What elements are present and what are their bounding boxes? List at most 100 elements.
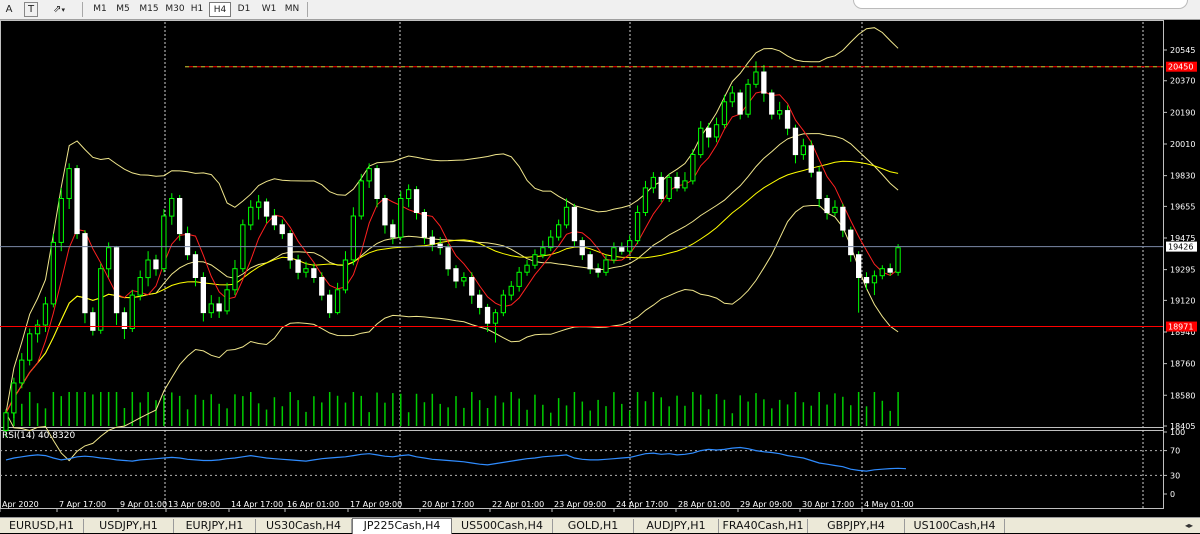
bull-candle bbox=[358, 180, 364, 217]
bull-candle bbox=[698, 127, 704, 156]
bull-candle bbox=[895, 247, 901, 273]
bear-candle bbox=[327, 294, 333, 314]
bear-candle bbox=[658, 176, 664, 199]
date-tick-label: 24 Apr 17:00 bbox=[616, 500, 668, 509]
price-tick-label: 20190 bbox=[1170, 108, 1195, 117]
bear-candle bbox=[784, 110, 791, 129]
bull-candle bbox=[169, 198, 175, 217]
bull-candle bbox=[137, 277, 143, 296]
bear-candle bbox=[382, 198, 388, 226]
bear-candle bbox=[824, 198, 830, 214]
bear-candle bbox=[619, 247, 625, 252]
bear-candle bbox=[484, 306, 491, 324]
bear-candle bbox=[319, 277, 325, 296]
chart-tab-audjpy-h1[interactable]: AUDJPY,H1 bbox=[634, 519, 719, 533]
chart-tab-gold-h1[interactable]: GOLD,H1 bbox=[553, 519, 634, 533]
bear-candle bbox=[445, 247, 451, 270]
bear-candle bbox=[840, 206, 846, 231]
toolbar-separator bbox=[82, 2, 83, 17]
bull-candle bbox=[98, 268, 104, 331]
text-tool-icon[interactable]: A bbox=[2, 2, 16, 17]
bear-candle bbox=[263, 201, 270, 217]
bull-candle bbox=[729, 92, 735, 103]
bear-candle bbox=[863, 277, 870, 284]
bull-candle bbox=[777, 110, 783, 115]
bull-candle bbox=[50, 241, 57, 305]
price-tick-label: 18760 bbox=[1170, 360, 1195, 369]
bear-candle bbox=[153, 259, 159, 270]
timeframe-h1-button[interactable]: H1 bbox=[187, 2, 207, 17]
bear-candle bbox=[90, 312, 96, 331]
bear-candle bbox=[421, 212, 428, 238]
date-tick-label: Apr 2020 bbox=[2, 500, 39, 509]
bear-candle bbox=[856, 254, 862, 278]
bull-candle bbox=[492, 312, 499, 324]
timeframe-m15-button[interactable]: M15 bbox=[136, 2, 162, 17]
bear-candle bbox=[390, 224, 396, 238]
timeframe-mn-button[interactable]: MN bbox=[281, 2, 303, 17]
price-tick-label: 20370 bbox=[1170, 77, 1195, 86]
timeframe-w1-button[interactable]: W1 bbox=[259, 2, 279, 17]
bear-candle bbox=[82, 233, 88, 314]
price-chart[interactable]: 2054520370201902001019830196551947519295… bbox=[0, 20, 1200, 517]
price-tick-label: 19295 bbox=[1170, 266, 1195, 275]
bull-candle bbox=[42, 303, 49, 326]
bull-candle bbox=[634, 212, 641, 242]
chart-tab-fra40cash-h1[interactable]: FRA40Cash,H1 bbox=[719, 519, 808, 533]
chart-tab-us500cash-h4[interactable]: US500Cash,H4 bbox=[452, 519, 553, 533]
timeframe-m30-button[interactable]: M30 bbox=[162, 2, 188, 17]
chart-tab-jp225cash-h4[interactable]: JP225Cash,H4 bbox=[352, 518, 452, 534]
date-tick-label: 22 Apr 01:00 bbox=[492, 500, 544, 509]
dropdown-arrow-icon: ▾ bbox=[61, 6, 65, 14]
bull-candle bbox=[745, 83, 751, 115]
chart-tab-us100cash-h4[interactable]: US100Cash,H4 bbox=[905, 519, 1005, 533]
date-tick-label: 16 Apr 01:00 bbox=[287, 500, 339, 509]
chart-tab-eurjpy-h1[interactable]: EURJPY,H1 bbox=[174, 519, 256, 533]
bear-candle bbox=[200, 277, 206, 314]
bear-candle bbox=[113, 247, 120, 314]
bull-candle bbox=[563, 206, 570, 226]
bear-candle bbox=[587, 254, 593, 270]
timeframe-m1-button[interactable]: M1 bbox=[89, 2, 111, 17]
bear-candle bbox=[595, 268, 601, 273]
bull-candle bbox=[256, 201, 262, 208]
chart-tab-us30cash-h4[interactable]: US30Cash,H4 bbox=[256, 519, 352, 533]
bull-candle bbox=[334, 289, 341, 314]
date-tick-label: 20 Apr 17:00 bbox=[422, 500, 474, 509]
bull-candle bbox=[642, 187, 649, 213]
bull-candle bbox=[3, 412, 9, 431]
bear-candle bbox=[216, 303, 222, 312]
toolbar-separator bbox=[307, 2, 308, 17]
price-tick-label: 19830 bbox=[1170, 172, 1195, 181]
bear-candle bbox=[579, 240, 585, 256]
bear-candle bbox=[792, 127, 799, 156]
current-price-tag: 19426 bbox=[1168, 243, 1193, 252]
timeframe-d1-button[interactable]: D1 bbox=[234, 2, 254, 17]
bull-candle bbox=[366, 168, 372, 182]
date-tick-label: 14 Apr 17:00 bbox=[231, 500, 283, 509]
text-label-tool-icon[interactable]: T bbox=[24, 2, 38, 17]
chart-tab-eurusd-h1[interactable]: EURUSD,H1 bbox=[0, 519, 84, 533]
bull-candle bbox=[303, 268, 309, 273]
tab-scroll-icon[interactable]: ◂▸ bbox=[1180, 520, 1198, 532]
bull-candle bbox=[66, 168, 72, 200]
timeframe-m5-button[interactable]: M5 bbox=[112, 2, 134, 17]
bear-candle bbox=[737, 92, 743, 115]
bull-candle bbox=[461, 277, 467, 282]
bull-candle bbox=[800, 145, 807, 156]
bear-candle bbox=[413, 189, 420, 213]
arrows-tool-icon[interactable]: ⇗▾ bbox=[46, 2, 72, 17]
timeframe-h4-button[interactable]: H4 bbox=[209, 2, 231, 17]
bear-candle bbox=[453, 268, 459, 282]
chart-tab-usdjpy-h1[interactable]: USDJPY,H1 bbox=[84, 519, 174, 533]
bear-candle bbox=[74, 168, 80, 235]
bull-candle bbox=[248, 206, 254, 226]
bull-candle bbox=[721, 101, 728, 126]
bull-candle bbox=[208, 303, 214, 314]
bull-candle bbox=[398, 198, 404, 238]
chart-tab-gbpjpy-h4[interactable]: GBPJPY,H4 bbox=[808, 519, 905, 533]
bear-candle bbox=[887, 268, 893, 273]
bull-candle bbox=[500, 294, 507, 314]
bull-candle bbox=[350, 215, 357, 261]
bull-candle bbox=[690, 154, 696, 182]
